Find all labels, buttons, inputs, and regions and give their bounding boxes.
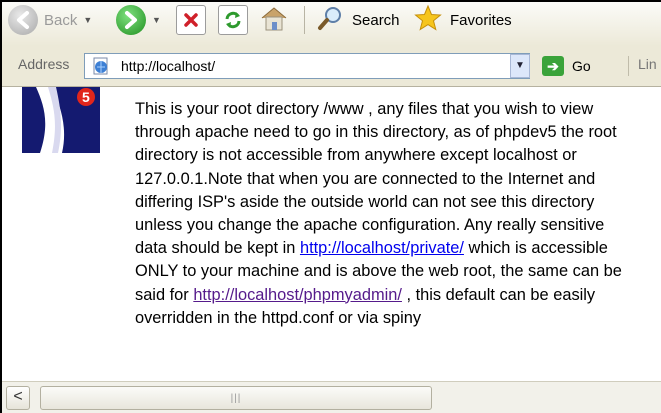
address-url: http://localhost/ (121, 58, 216, 74)
favorites-star-icon (412, 3, 444, 37)
back-button[interactable]: Back ▼ (8, 2, 92, 38)
search-icon (316, 3, 346, 37)
address-input[interactable]: http://localhost/ (84, 53, 530, 79)
horizontal-scrollbar[interactable]: < ||| (2, 381, 661, 413)
stop-button[interactable] (176, 2, 206, 38)
address-label: Address (18, 56, 70, 72)
forward-dropdown-icon[interactable]: ▼ (152, 15, 161, 25)
paragraph-text-1: This is your root directory /www , any f… (135, 100, 617, 258)
forward-icon (116, 5, 146, 35)
search-button[interactable]: Search (316, 2, 400, 38)
home-button[interactable] (258, 2, 290, 38)
links-toolbar-label[interactable]: Lin (638, 56, 657, 72)
favorites-label: Favorites (450, 11, 512, 29)
page-content: 5 This is your root directory /www , any… (2, 87, 661, 381)
standard-toolbar: Back ▼ ▼ Search Favorites (2, 2, 661, 47)
refresh-icon (218, 5, 248, 35)
address-separator (628, 56, 629, 76)
back-dropdown-icon[interactable]: ▼ (83, 15, 92, 25)
browser-window: Back ▼ ▼ Search Favorites Address http:/… (0, 0, 661, 413)
svg-text:5: 5 (82, 89, 90, 105)
phpdev5-logo: 5 (22, 87, 100, 153)
forward-button[interactable]: ▼ (116, 2, 161, 38)
toolbar-separator (304, 6, 305, 34)
link-phpmyadmin[interactable]: http://localhost/phpmyadmin/ (193, 286, 402, 304)
back-label: Back (44, 11, 78, 29)
address-dropdown-button[interactable]: ▼ (510, 54, 530, 78)
refresh-button[interactable] (218, 2, 248, 38)
address-bar: Address http://localhost/ ▼ ➔ Go Lin (2, 46, 661, 87)
scroll-left-icon: < (13, 388, 23, 405)
home-icon (258, 3, 290, 37)
go-button[interactable]: ➔ Go (542, 54, 591, 78)
search-label: Search (352, 11, 400, 29)
back-icon (8, 5, 38, 35)
link-private[interactable]: http://localhost/private/ (300, 239, 464, 257)
page-icon (91, 57, 111, 80)
scrollbar-grip: ||| (230, 393, 242, 404)
intro-paragraph: This is your root directory /www , any f… (135, 98, 635, 330)
scrollbar-thumb[interactable]: ||| (40, 386, 432, 410)
scroll-left-button[interactable]: < (6, 386, 30, 410)
stop-icon (176, 5, 206, 35)
go-label: Go (572, 58, 591, 74)
go-arrow-icon: ➔ (542, 56, 564, 76)
favorites-button[interactable]: Favorites (412, 2, 512, 38)
